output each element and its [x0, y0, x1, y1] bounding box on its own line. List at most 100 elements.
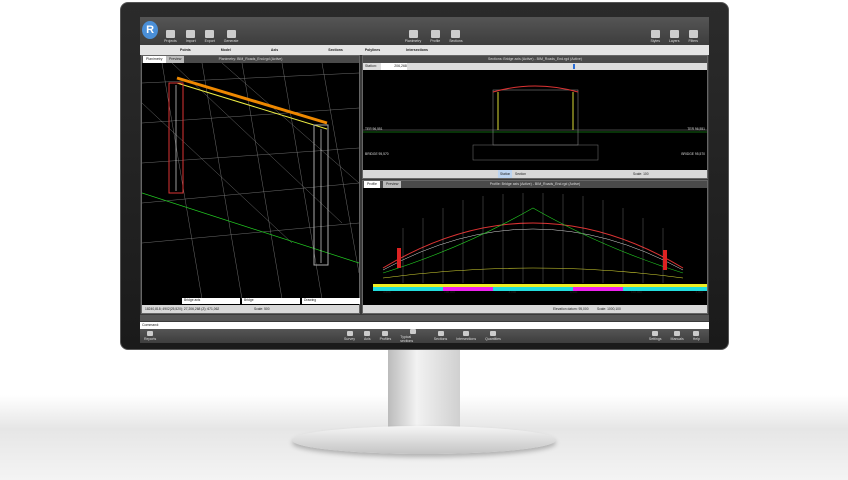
toolbar-axis[interactable]: Axis	[271, 48, 278, 52]
horizontal-scrollbar[interactable]	[140, 315, 709, 321]
bottom-axis[interactable]: Axis	[364, 331, 371, 341]
label: Import	[185, 39, 196, 43]
styles-icon	[650, 30, 660, 38]
command-line[interactable]: Command:	[140, 322, 709, 329]
label: Reports	[144, 337, 157, 341]
ter-right-label: TER 96,551	[687, 127, 705, 131]
sections-icon	[451, 30, 461, 38]
label: Styles	[650, 39, 660, 43]
ribbon-export[interactable]: Export	[205, 30, 215, 43]
station-input[interactable]: 206,268	[380, 63, 407, 70]
profile-bar-labels: 4,000 100,000 4,000 4,000 100,000 4,000	[383, 290, 703, 294]
profile-panel: Profile: Bridge axis (Active) - BIM_Road…	[362, 180, 708, 314]
screen: R Projects Import Export Generate Planim…	[140, 17, 709, 343]
toolbar-model[interactable]: Model	[221, 48, 231, 52]
drawing-selector[interactable]: Drawing	[302, 298, 360, 304]
app-logo: R	[142, 21, 159, 39]
bottom-profiles[interactable]: Profiles	[379, 331, 392, 341]
bar-label: 100,000	[444, 290, 456, 294]
typical-sections-icon	[409, 329, 416, 334]
tab-preview[interactable]: Preview	[166, 56, 185, 63]
label: Sections	[449, 39, 463, 43]
help-icon	[693, 331, 700, 336]
bottom-quantities[interactable]: Quantities	[485, 331, 501, 341]
sections-status: Station Section Scale: 100	[363, 170, 707, 178]
sections-panel: Sections: Bridge axis (Active) - BIM_Roa…	[362, 55, 708, 179]
toolbar-points[interactable]: Points	[180, 48, 191, 52]
bridge-right-label: BRIDGE 95,570	[681, 152, 705, 156]
planimetry-status: 18240,818; 4902(25,520); 27,206,268 (Z);…	[142, 305, 359, 313]
ribbon-profile[interactable]: Profile	[430, 30, 440, 43]
label: Help	[692, 337, 700, 341]
folder-icon	[165, 30, 175, 38]
elevation-datum: Elevation datum: 95,000	[553, 307, 589, 311]
command-label: Command:	[142, 323, 160, 327]
bottom-manuals[interactable]: Manuals	[671, 331, 684, 341]
bar-label: 100,000	[630, 290, 642, 294]
label: Generate	[223, 39, 239, 43]
profile-scale: Scale: 1000,100	[597, 307, 621, 311]
ribbon-filters[interactable]: Filters	[688, 30, 698, 43]
bottom-settings[interactable]: Settings	[649, 331, 662, 341]
model-selector[interactable]: Bridge	[242, 298, 300, 304]
label: Manuals	[670, 337, 684, 341]
ribbon-sections[interactable]: Sections	[449, 30, 463, 43]
label: Planimetry	[404, 39, 422, 43]
profile-view[interactable]	[363, 188, 707, 298]
label: Profiles	[379, 337, 392, 341]
tab-profile-preview[interactable]: Preview	[383, 181, 402, 188]
ribbon-styles[interactable]: Styles	[650, 30, 660, 43]
label: Layers	[668, 39, 680, 43]
bottom-reports[interactable]: Reports	[144, 331, 156, 341]
tab-station[interactable]: Station	[498, 170, 513, 178]
sections-icon	[437, 331, 444, 336]
export-icon	[205, 30, 215, 38]
ribbon-import[interactable]: Import	[186, 30, 196, 43]
coordinates: 18240,818; 4902(25,520); 27,206,268 (Z);…	[145, 307, 220, 311]
import-icon	[186, 30, 196, 38]
toolbar-polylines[interactable]: Polylines	[365, 48, 380, 52]
selector-bar: Bridge axis Bridge Drawing	[182, 298, 360, 304]
label: Sections	[433, 337, 448, 341]
sections-scale: Scale: 100	[633, 172, 649, 176]
tab-profile[interactable]: Profile	[364, 181, 380, 188]
bottom-sections[interactable]: Sections	[434, 331, 447, 341]
label: Axis	[363, 337, 371, 341]
bottom-typical-sections[interactable]: Typical sections	[400, 329, 425, 343]
monitor-stand-neck	[388, 350, 460, 432]
station-label: Station:	[365, 64, 377, 68]
survey-icon	[346, 331, 353, 336]
tab-section[interactable]: Section	[515, 170, 526, 178]
station-slider[interactable]	[573, 64, 575, 69]
toolbar-intersections[interactable]: Intersections	[406, 48, 428, 52]
tab-planimetry[interactable]: Planimetry	[143, 56, 166, 63]
bar-label: 4,000	[508, 290, 517, 294]
bottom-intersections[interactable]: Intersections	[456, 331, 476, 341]
section-view[interactable]	[363, 70, 707, 170]
axis-selector[interactable]: Bridge axis	[182, 298, 240, 304]
bottom-help[interactable]: Help	[693, 331, 700, 341]
toolbar-sections[interactable]: Sections	[328, 48, 343, 52]
bottom-survey[interactable]: Survey	[344, 331, 355, 341]
ribbon-projects[interactable]: Projects	[164, 30, 177, 43]
ribbon-generate[interactable]: Generate	[223, 30, 239, 43]
bar-label: 4,000	[383, 290, 391, 294]
axis-icon	[364, 331, 371, 336]
filter-icon	[688, 30, 698, 38]
toolbar: Points Model Axis Sections Polylines Int…	[140, 45, 709, 55]
label: Filters	[688, 39, 699, 43]
layers-icon	[669, 30, 679, 38]
monitor-stand-base	[292, 426, 556, 454]
profile-title: Profile: Bridge axis (Active) - BIM_Road…	[363, 181, 707, 188]
profile-status: Elevation datum: 95,000 Scale: 1000,100	[363, 305, 707, 313]
manual-icon	[674, 331, 681, 336]
monitor-bezel: R Projects Import Export Generate Planim…	[120, 2, 729, 350]
label: Intersections	[456, 337, 477, 341]
bar-label: 4,000	[569, 290, 578, 294]
bottom-bar: Reports Survey Axis Profiles Typical sec…	[140, 329, 709, 343]
profile-icon	[430, 30, 440, 38]
ribbon-layers[interactable]: Layers	[668, 30, 680, 43]
label: Projects	[164, 39, 177, 43]
planimetry-3d-view[interactable]	[142, 63, 359, 299]
ribbon-planimetry[interactable]: Planimetry	[404, 30, 422, 43]
